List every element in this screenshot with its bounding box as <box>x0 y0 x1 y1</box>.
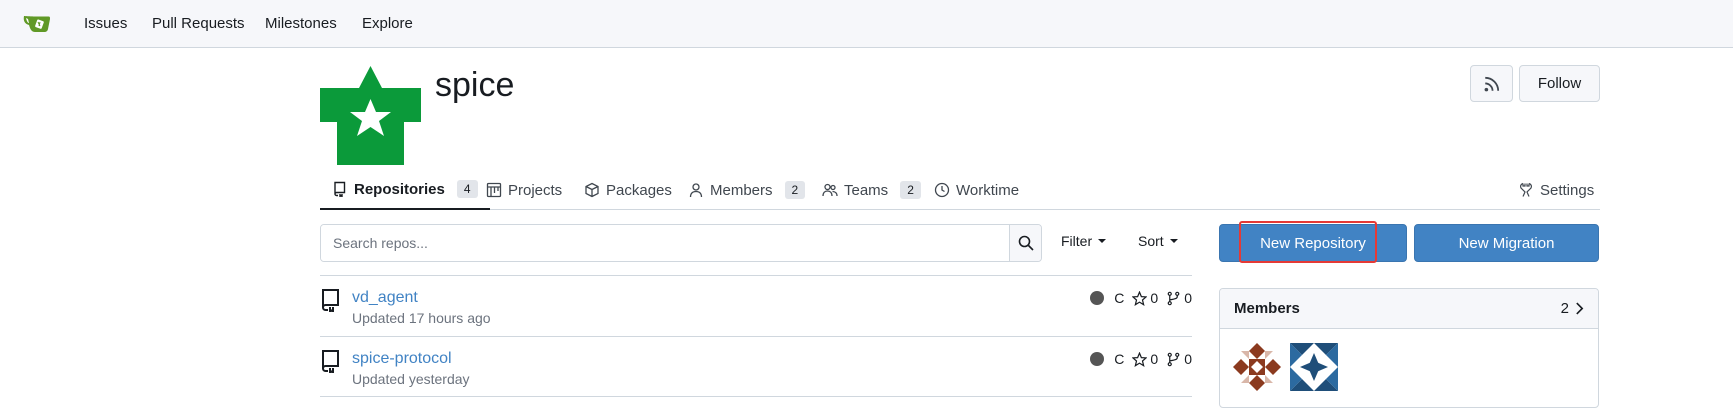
filter-dropdown[interactable]: Filter <box>1061 233 1107 249</box>
stars-count: 0 <box>1150 351 1159 367</box>
language-color-dot <box>1090 291 1105 305</box>
repo-icon <box>322 289 339 312</box>
rss-icon <box>1484 76 1499 91</box>
repo-icon <box>322 350 339 373</box>
search-button[interactable] <box>1009 225 1041 261</box>
members-count-link[interactable]: 2 <box>1561 300 1584 317</box>
follow-button[interactable]: Follow <box>1519 65 1600 102</box>
avatar[interactable] <box>1233 343 1281 391</box>
tab-projects[interactable]: Projects <box>486 170 562 210</box>
tab-members[interactable]: Members 2 <box>688 170 806 210</box>
forks-count: 0 <box>1184 290 1192 306</box>
org-tabs: Repositories 4 Projects Packages Members… <box>320 170 1600 210</box>
fork-icon <box>1167 291 1180 305</box>
package-icon <box>585 182 599 198</box>
nav-pull-requests[interactable]: Pull Requests <box>152 15 245 32</box>
tab-worktime-label: Worktime <box>956 181 1020 199</box>
tab-members-label: Members <box>710 181 773 199</box>
repo-stars[interactable]: 0 <box>1132 290 1158 306</box>
tab-repositories-label: Repositories <box>354 180 445 198</box>
tab-teams-label: Teams <box>844 181 889 199</box>
new-repository-button[interactable]: New Repository <box>1219 224 1407 262</box>
fork-icon <box>1167 352 1180 366</box>
nav-explore[interactable]: Explore <box>362 15 413 32</box>
repo-language: C <box>1114 351 1125 367</box>
chevron-down-icon <box>1098 239 1107 243</box>
new-migration-button[interactable]: New Migration <box>1414 224 1599 262</box>
tab-packages-label: Packages <box>606 181 672 199</box>
nav-milestones[interactable]: Milestones <box>265 15 337 32</box>
repo-link[interactable]: spice-protocol <box>352 350 452 368</box>
repo-icon <box>334 181 346 197</box>
repo-link[interactable]: vd_agent <box>352 289 418 307</box>
members-panel: Members 2 <box>1219 288 1599 408</box>
tab-teams[interactable]: Teams 2 <box>822 170 921 210</box>
tab-packages[interactable]: Packages <box>584 170 672 210</box>
list-item: spice-protocol Updated yesterday C 0 0 <box>320 336 1192 397</box>
chevron-down-icon <box>1169 239 1178 243</box>
list-item: vd_agent Updated 17 hours ago C 0 0 <box>320 275 1192 336</box>
tab-settings-label: Settings <box>1540 181 1595 199</box>
repo-stars[interactable]: 0 <box>1132 351 1158 367</box>
repo-meta: C 0 0 <box>1090 351 1192 367</box>
repo-list: vd_agent Updated 17 hours ago C 0 0 spic… <box>320 275 1192 397</box>
members-title: Members <box>1234 300 1300 317</box>
repo-language: C <box>1114 290 1125 306</box>
repo-forks[interactable]: 0 <box>1166 351 1192 367</box>
teams-count-badge: 2 <box>900 181 921 199</box>
tab-worktime[interactable]: Worktime <box>934 170 1019 210</box>
search-icon <box>1018 235 1034 251</box>
members-count-badge: 2 <box>784 181 806 199</box>
tools-icon <box>1520 182 1532 197</box>
search-input[interactable] <box>321 225 1009 261</box>
star-icon <box>1132 351 1148 367</box>
top-navbar: Issues Pull Requests Milestones Explore <box>0 0 1733 48</box>
sort-dropdown[interactable]: Sort <box>1138 233 1178 249</box>
filter-label: Filter <box>1061 233 1093 249</box>
stars-count: 0 <box>1150 290 1159 306</box>
clock-icon <box>934 182 950 198</box>
language-color-dot <box>1090 352 1105 366</box>
chevron-right-icon <box>1576 302 1584 315</box>
repo-updated: Updated yesterday <box>352 371 470 387</box>
sort-label: Sort <box>1138 233 1164 249</box>
star-icon <box>1132 290 1148 306</box>
rss-feed-button[interactable] <box>1470 65 1513 102</box>
members-count: 2 <box>1560 300 1569 317</box>
repo-meta: C 0 0 <box>1090 290 1192 306</box>
repo-forks[interactable]: 0 <box>1166 290 1192 306</box>
gitea-logo-icon[interactable] <box>22 11 54 35</box>
repo-updated: Updated 17 hours ago <box>352 310 491 326</box>
person-icon <box>689 183 703 198</box>
org-avatar <box>320 66 421 165</box>
tab-projects-label: Projects <box>508 181 563 199</box>
tab-settings[interactable]: Settings <box>1518 170 1594 210</box>
nav-issues[interactable]: Issues <box>84 15 127 32</box>
repositories-count-badge: 4 <box>456 180 478 198</box>
people-icon <box>822 183 838 197</box>
members-panel-header: Members 2 <box>1220 289 1598 329</box>
forks-count: 0 <box>1184 351 1192 367</box>
avatar[interactable] <box>1290 343 1338 391</box>
org-name: spice <box>435 66 515 104</box>
repo-search-box <box>320 224 1042 262</box>
project-icon <box>486 182 502 198</box>
tab-repositories[interactable]: Repositories 4 <box>320 170 490 210</box>
